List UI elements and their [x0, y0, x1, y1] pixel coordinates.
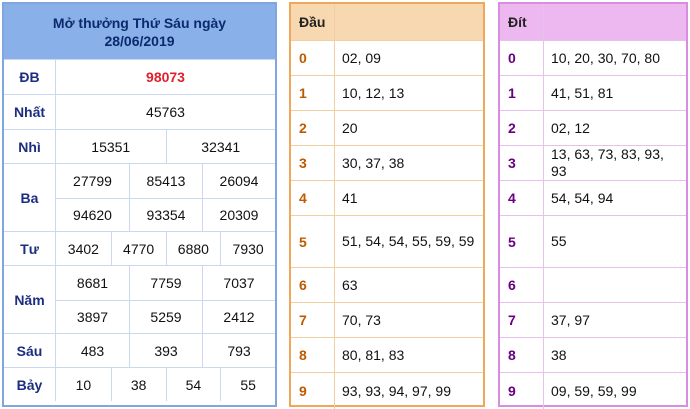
- dau-value: 41: [335, 180, 483, 215]
- prize-label-special: ĐB: [4, 59, 56, 94]
- prize-label-fourth: Tư: [4, 231, 56, 265]
- dit-key: 9: [500, 372, 544, 409]
- lottery-result-table: Mở thưởng Thứ Sáu ngày 28/06/2019 ĐB 980…: [2, 2, 277, 407]
- prize-number: 55: [220, 368, 275, 401]
- prize-row-second: 15351 32341: [56, 129, 275, 163]
- dit-key: 7: [500, 302, 544, 337]
- dau-value: 30, 37, 38: [335, 145, 483, 180]
- dit-value: 54, 54, 94: [544, 180, 686, 215]
- dit-value: 38: [544, 337, 686, 372]
- dau-key: 5: [291, 215, 335, 267]
- prize-row-special: 98073: [56, 59, 275, 94]
- dit-table: Đít 0 10, 20, 30, 70, 80 1 41, 51, 81 2 …: [498, 2, 688, 409]
- dit-value: 13, 63, 73, 83, 93, 93: [544, 145, 686, 180]
- prize-number: 20309: [202, 197, 275, 231]
- dit-key: 4: [500, 180, 544, 215]
- prize-row-seventh: 10 38 54 55: [56, 367, 275, 401]
- prize-row-fifth: 8681 7759 7037 3897 5259 2412: [56, 265, 275, 333]
- dit-key: 2: [500, 110, 544, 145]
- dit-key: 5: [500, 215, 544, 267]
- prize-number: 3402: [67, 240, 99, 257]
- dit-value: 55: [544, 215, 686, 267]
- prize-number: 7930: [220, 232, 275, 265]
- dau-value: 10, 12, 13: [335, 75, 483, 110]
- dit-header: Đít: [500, 4, 544, 40]
- dit-value: 10, 20, 30, 70, 80: [544, 40, 686, 75]
- prize-label-seventh: Bảy: [4, 367, 56, 401]
- prize-number: 45763: [146, 104, 185, 120]
- prize-number: 393: [129, 334, 202, 367]
- dit-value: [544, 267, 686, 302]
- prize-number: 38: [110, 368, 166, 401]
- dit-key: 6: [500, 267, 544, 302]
- prize-number: 5259: [129, 299, 202, 333]
- dau-value: 02, 09: [335, 40, 483, 75]
- dit-value: 41, 51, 81: [544, 75, 686, 110]
- prize-number: 26094: [202, 164, 275, 198]
- dau-value: 70, 73: [335, 302, 483, 337]
- prize-number: 793: [202, 334, 275, 367]
- prize-number: 93354: [129, 197, 202, 231]
- prize-number: 54: [165, 368, 221, 401]
- prize-number: 3897: [56, 299, 129, 334]
- dau-value: 93, 93, 94, 97, 99: [335, 372, 483, 409]
- dau-value: 80, 81, 83: [335, 337, 483, 372]
- dau-header-blank: [335, 4, 483, 40]
- prize-number: 27799: [73, 172, 112, 189]
- dau-value: 20: [335, 110, 483, 145]
- prize-label-third: Ba: [4, 163, 56, 231]
- dau-key: 9: [291, 372, 335, 409]
- dau-table: Đầu 0 02, 09 1 10, 12, 13 2 20 3 30, 37,…: [289, 2, 485, 409]
- dau-key: 0: [291, 40, 335, 75]
- prize-number: 7759: [129, 266, 202, 300]
- prize-number: 15351: [91, 138, 131, 155]
- dit-value: 37, 97: [544, 302, 686, 337]
- dit-key: 3: [500, 145, 544, 180]
- dau-value: 51, 54, 54, 55, 59, 59: [335, 215, 483, 267]
- dit-key: 0: [500, 40, 544, 75]
- prize-number: 7037: [202, 266, 275, 300]
- prize-row-first: 45763: [56, 94, 275, 129]
- dit-key: 8: [500, 337, 544, 372]
- prize-label-first: Nhất: [4, 94, 56, 129]
- dau-key: 2: [291, 110, 335, 145]
- prize-number: 10: [75, 376, 92, 393]
- dit-value: 09, 59, 59, 99: [544, 372, 686, 409]
- prize-number: 4770: [110, 232, 166, 265]
- prize-row-sixth: 483 393 793: [56, 333, 275, 367]
- prize-row-third: 27799 85413 26094 94620 93354 20309: [56, 163, 275, 231]
- dau-key: 3: [291, 145, 335, 180]
- dit-key: 1: [500, 75, 544, 110]
- special-prize-number: 98073: [146, 69, 185, 85]
- result-title: Mở thưởng Thứ Sáu ngày 28/06/2019: [4, 4, 275, 59]
- dau-key: 8: [291, 337, 335, 372]
- prize-label-second: Nhì: [4, 129, 56, 163]
- prize-number: 8681: [76, 274, 109, 291]
- dau-header: Đầu: [291, 4, 335, 40]
- prize-number: 2412: [202, 299, 275, 333]
- result-date: 28/06/2019: [104, 32, 175, 49]
- prize-number: 32341: [165, 130, 276, 163]
- dit-value: 02, 12: [544, 110, 686, 145]
- dau-key: 6: [291, 267, 335, 302]
- dau-key: 7: [291, 302, 335, 337]
- result-title-line1: Mở thưởng Thứ Sáu ngày: [52, 14, 227, 31]
- prize-number: 85413: [129, 164, 202, 198]
- prize-row-fourth: 3402 4770 6880 7930: [56, 231, 275, 265]
- dau-value: 63: [335, 267, 483, 302]
- prize-label-sixth: Sáu: [4, 333, 56, 367]
- dau-key: 4: [291, 180, 335, 215]
- dit-header-blank: [544, 4, 686, 40]
- prize-label-fifth: Năm: [4, 265, 56, 333]
- prize-number: 483: [80, 342, 105, 359]
- prize-number: 6880: [165, 232, 221, 265]
- dau-key: 1: [291, 75, 335, 110]
- prize-number: 94620: [56, 197, 129, 232]
